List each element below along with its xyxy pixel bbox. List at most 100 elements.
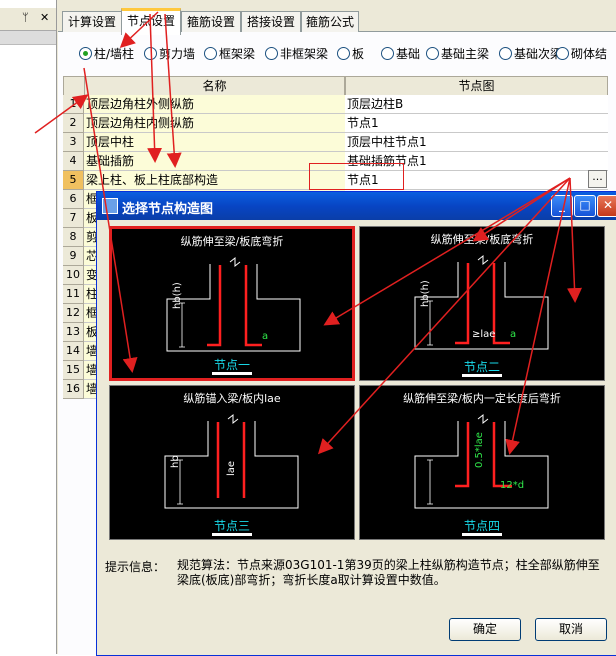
dialog-app-icon	[102, 198, 118, 214]
radio-label: 基础	[396, 47, 421, 61]
radio-option[interactable]: 框架梁	[204, 45, 255, 63]
dimension-label: lae	[226, 460, 237, 476]
tab-5[interactable]: 箍筋公式	[301, 11, 359, 32]
left-pane-header: ᛘ ✕	[0, 8, 56, 31]
dimension-label: ≥lae	[472, 329, 496, 340]
row-name[interactable]: 顶层边角柱内侧纵筋	[84, 114, 346, 133]
dimension-label: 12*d	[500, 480, 525, 491]
hint-text: 规范算法：节点来源03G101-1第39页的梁上柱纵筋构造节点；柱全部纵筋伸至梁…	[177, 558, 600, 587]
row-number: 10	[63, 266, 84, 285]
row-name[interactable]: 基础插筋	[84, 152, 346, 171]
dialog-title: 选择节点构造图	[122, 202, 214, 217]
row-number: 13	[63, 323, 84, 342]
row-number: 7	[63, 209, 84, 228]
hint-label: 提示信息：	[105, 560, 166, 574]
node-panel-3[interactable]: 纵筋锚入梁/板内lae hb lae 节点三	[109, 385, 355, 540]
row-name[interactable]: 顶层边角柱外侧纵筋	[84, 95, 346, 114]
select-node-dialog: 选择节点构造图 _ □ ✕ 纵筋伸至梁/板底弯折 hb(h) a 节点一 纵筋伸至梁/板…	[96, 191, 616, 656]
highlight-box	[309, 163, 404, 190]
radio-checked-icon[interactable]	[79, 47, 92, 60]
tab-2[interactable]: 节点设置	[121, 8, 181, 35]
row-node[interactable]: 节点1	[345, 114, 608, 133]
radio-option[interactable]: 基础	[381, 45, 420, 63]
radio-label: 砌体结	[571, 47, 608, 61]
grid-header-name: 名称	[84, 76, 345, 96]
dimension-label: hb	[170, 455, 181, 468]
left-pane: ᛘ ✕	[0, 0, 57, 654]
radio-icon[interactable]	[426, 47, 439, 60]
row-number: 3	[63, 133, 84, 152]
row-number: 12	[63, 304, 84, 323]
row-number: 9	[63, 247, 84, 266]
row-number: 6	[63, 190, 84, 209]
dimension-label: hb(h)	[172, 282, 183, 309]
dialog-title-bar[interactable]: 选择节点构造图 _ □ ✕	[97, 192, 616, 220]
ok-button[interactable]: 确定	[449, 618, 521, 641]
radio-label: 框架梁	[219, 47, 256, 61]
radio-option[interactable]: 柱/墙柱	[79, 45, 134, 63]
minimize-button[interactable]: _	[551, 195, 573, 217]
row-node[interactable]: 顶层中柱节点1	[345, 133, 608, 152]
panel-label: 节点四	[461, 519, 502, 536]
dimension-label: a	[262, 331, 269, 342]
grid-header-node: 节点图	[345, 76, 608, 96]
radio-icon[interactable]	[499, 47, 512, 60]
dimension-label: hb(h)	[420, 280, 431, 307]
panel-label: 节点一	[211, 358, 252, 375]
radio-option[interactable]: 基础次梁	[499, 45, 562, 63]
row-number: 11	[63, 285, 84, 304]
tab-1[interactable]: 计算设置	[62, 11, 122, 32]
panel-label: 节点三	[211, 519, 252, 536]
close-button[interactable]: ✕	[597, 195, 616, 217]
pin-icon[interactable]: ᛘ	[22, 11, 29, 24]
radio-icon[interactable]	[381, 47, 394, 60]
panel-label: 节点二	[461, 360, 502, 377]
row-number: 16	[63, 380, 84, 399]
table-row[interactable]: 1 顶层边角柱外侧纵筋 顶层边柱B	[63, 95, 608, 114]
panel-title: 纵筋伸至梁/板底弯折	[180, 235, 284, 248]
tab-3[interactable]: 箍筋设置	[181, 11, 241, 32]
radio-icon[interactable]	[556, 47, 569, 60]
radio-icon[interactable]	[265, 47, 278, 60]
node-panel-1[interactable]: 纵筋伸至梁/板底弯折 hb(h) a 节点一	[109, 226, 355, 381]
row-number: 5	[63, 171, 84, 190]
radio-icon[interactable]	[337, 47, 350, 60]
radio-icon[interactable]	[204, 47, 217, 60]
node-panel-4[interactable]: 纵筋伸至梁/板内一定长度后弯折 0.5*lae 12*d 节点四	[359, 385, 605, 540]
dimension-label: a	[510, 329, 517, 340]
radio-option[interactable]: 砌体结	[556, 45, 607, 63]
table-row[interactable]: 2 顶层边角柱内侧纵筋 节点1	[63, 114, 608, 133]
row-number: 8	[63, 228, 84, 247]
row-number: 1	[63, 95, 84, 114]
grid-corner	[63, 76, 85, 96]
radio-icon[interactable]	[144, 47, 157, 60]
row-name[interactable]: 梁上柱、板上柱底部构造	[84, 171, 346, 190]
radio-label: 基础次梁	[514, 47, 563, 61]
radio-label: 板	[352, 47, 365, 61]
radio-label: 基础主梁	[441, 47, 490, 61]
radio-label: 非框架梁	[280, 47, 329, 61]
panel-title: 纵筋伸至梁/板底弯折	[430, 233, 534, 246]
row-name[interactable]: 顶层中柱	[84, 133, 346, 152]
radio-label: 剪力墙	[159, 47, 196, 61]
radio-option[interactable]: 剪力墙	[144, 45, 195, 63]
radio-option[interactable]: 板	[337, 45, 364, 63]
table-row[interactable]: 3 顶层中柱 顶层中柱节点1	[63, 133, 608, 152]
tab-4[interactable]: 搭接设置	[241, 11, 301, 32]
row-number: 14	[63, 342, 84, 361]
row-number: 4	[63, 152, 84, 171]
maximize-button[interactable]: □	[574, 195, 596, 217]
ellipsis-button[interactable]: ...	[588, 170, 607, 188]
radio-option[interactable]: 非框架梁	[265, 45, 328, 63]
left-pane-row	[0, 31, 56, 45]
radio-label: 柱/墙柱	[94, 47, 135, 61]
row-number: 15	[63, 361, 84, 380]
row-node[interactable]: 顶层边柱B	[345, 95, 608, 114]
panel-title: 纵筋伸至梁/板内一定长度后弯折	[403, 392, 561, 405]
radio-option[interactable]: 基础主梁	[426, 45, 489, 63]
cancel-button[interactable]: 取消	[535, 618, 607, 641]
node-panel-2[interactable]: 纵筋伸至梁/板底弯折 hb(h) ≥lae a 节点二	[359, 226, 605, 381]
close-icon[interactable]: ✕	[40, 11, 49, 24]
row-number: 2	[63, 114, 84, 133]
panel-title: 纵筋锚入梁/板内lae	[183, 392, 281, 405]
